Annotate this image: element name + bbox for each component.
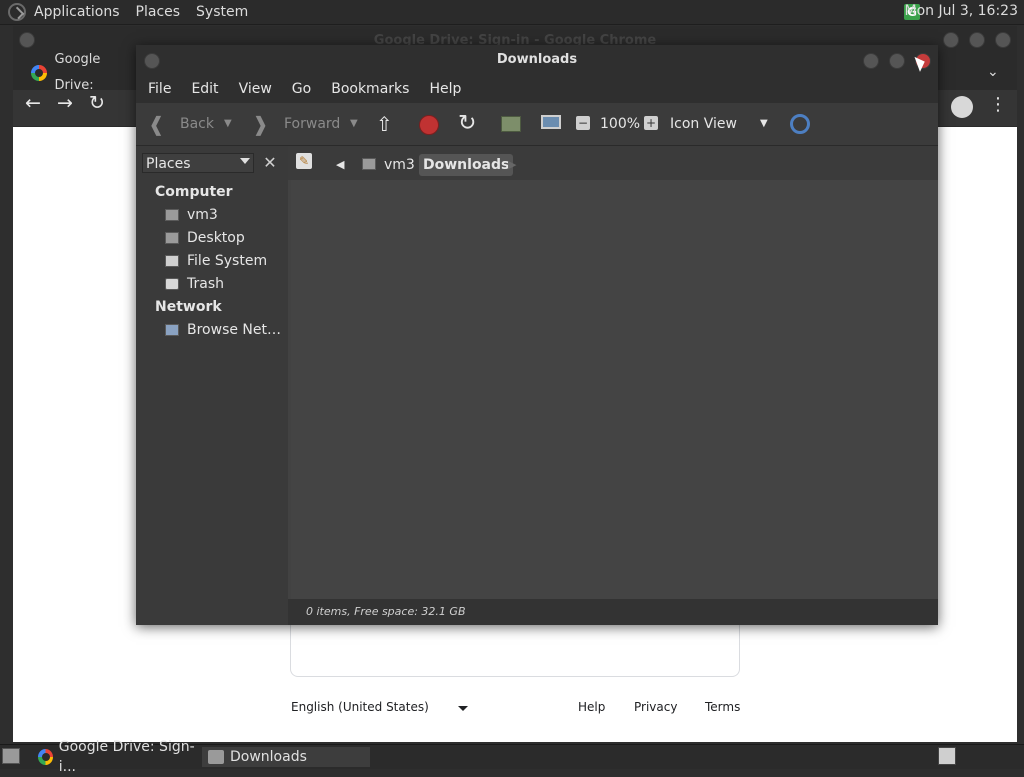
maximize-icon[interactable] <box>969 32 985 48</box>
tab-search-chevron-icon[interactable]: ⌄ <box>987 64 999 80</box>
window-menu-icon[interactable] <box>19 32 35 48</box>
sidebar-item-label: File System <box>187 253 268 269</box>
reload-icon[interactable]: ↻ <box>458 103 476 145</box>
task-label: Google Drive: Sign-i... <box>58 739 195 775</box>
toolbar: ❰ Back ▼ ❱ Forward ▼ ⇧ ↻ − 100% + Icon V… <box>136 103 938 146</box>
file-menu[interactable]: File <box>148 81 171 97</box>
path-button-downloads[interactable]: Downloads <box>419 154 514 176</box>
stop-icon[interactable] <box>419 115 439 135</box>
bookmarks-menu[interactable]: Bookmarks <box>331 81 409 97</box>
menu-logo-icon[interactable] <box>8 3 26 21</box>
trash-icon <box>165 278 179 290</box>
folder-icon <box>208 750 224 764</box>
clock[interactable]: Mon Jul 3, 16:23 <box>905 3 1018 19</box>
edit-location-icon[interactable]: ✎ <box>296 153 312 169</box>
dropdown-arrow-icon[interactable] <box>458 706 468 711</box>
sidebar-item-vm3[interactable]: vm3 <box>165 207 218 223</box>
sidebar-item-file-system[interactable]: File System <box>165 253 267 269</box>
computer-icon[interactable] <box>541 115 561 129</box>
terms-link[interactable]: Terms <box>705 700 740 714</box>
search-icon[interactable] <box>790 114 810 134</box>
help-link[interactable]: Help <box>578 700 605 714</box>
view-mode-chevron-icon[interactable]: ▼ <box>760 103 768 145</box>
desktop-folder-icon <box>165 232 179 244</box>
zoom-out-icon[interactable]: − <box>576 116 590 130</box>
file-manager-window: Downloads File Edit View Go Bookmarks He… <box>136 45 938 625</box>
forward-history-chevron-icon[interactable]: ▼ <box>350 103 358 145</box>
back-arrow-icon[interactable]: ← <box>25 92 41 114</box>
sidebar-item-label: Desktop <box>187 230 245 246</box>
drive-icon <box>165 255 179 267</box>
edit-menu[interactable]: Edit <box>191 81 218 97</box>
up-arrow-icon[interactable]: ⇧ <box>376 103 393 145</box>
back-history-chevron-icon[interactable]: ▼ <box>224 103 232 145</box>
file-view[interactable] <box>291 180 938 599</box>
close-sidebar-icon[interactable]: ✕ <box>260 153 280 173</box>
task-label: Downloads <box>230 749 307 765</box>
view-menu[interactable]: View <box>239 81 272 97</box>
home-folder-icon <box>165 209 179 221</box>
path-right-chevron-icon[interactable]: ▶ <box>508 154 516 176</box>
privacy-link[interactable]: Privacy <box>634 700 677 714</box>
profile-avatar-icon[interactable] <box>951 96 973 118</box>
sidebar-item-browse-network[interactable]: Browse Net… <box>165 322 281 338</box>
applications-menu[interactable]: Applications <box>34 4 120 20</box>
task-chrome[interactable]: Google Drive: Sign-i... <box>32 739 200 775</box>
sidebar-item-label: Browse Net… <box>187 322 282 338</box>
show-desktop-icon[interactable] <box>2 748 20 764</box>
chrome-icon <box>38 749 53 765</box>
reload-icon[interactable]: ↻ <box>89 92 105 114</box>
google-favicon-icon <box>31 65 47 81</box>
chrome-tab[interactable]: Google Drive: <box>31 52 141 93</box>
language-select[interactable]: English (United States) <box>291 700 481 714</box>
path-left-chevron-icon[interactable]: ◀ <box>336 154 344 176</box>
window-menu-icon[interactable] <box>144 53 160 69</box>
status-bar: 0 items, Free space: 32.1 GB <box>288 599 938 625</box>
system-menu[interactable]: System <box>196 4 248 20</box>
status-text: 0 items, Free space: 32.1 GB <box>306 605 466 618</box>
back-arrow-icon[interactable]: ❰ <box>148 103 165 145</box>
path-button-vm3[interactable]: vm3 <box>384 154 415 176</box>
zoom-level: 100% <box>600 116 641 132</box>
home-folder-icon[interactable] <box>501 116 521 132</box>
close-icon[interactable] <box>995 32 1011 48</box>
places-menu[interactable]: Places <box>136 4 181 20</box>
zoom-in-icon[interactable]: + <box>644 116 658 130</box>
forward-arrow-icon[interactable]: → <box>57 92 73 114</box>
places-chevron-icon[interactable] <box>240 158 250 164</box>
workspace-switcher-icon[interactable] <box>938 747 956 765</box>
minimize-icon[interactable] <box>943 32 959 48</box>
places-combo[interactable]: Places <box>142 153 254 173</box>
back-button[interactable]: Back <box>180 103 214 145</box>
menu-bar: File Edit View Go Bookmarks Help <box>136 75 938 103</box>
window-title: Downloads <box>136 45 938 75</box>
home-folder-icon <box>362 158 376 170</box>
sidebar-item-label: vm3 <box>187 207 218 223</box>
network-icon <box>165 324 179 336</box>
task-downloads[interactable]: Downloads <box>202 747 370 767</box>
help-menu[interactable]: Help <box>429 81 461 97</box>
forward-button[interactable]: Forward <box>284 103 340 145</box>
forward-arrow-icon[interactable]: ❱ <box>252 103 269 145</box>
taskbar: Google Drive: Sign-i... Downloads <box>0 739 1024 775</box>
maximize-icon[interactable] <box>889 53 905 69</box>
sidebar-heading-network: Network <box>155 299 222 315</box>
path-bar: ✎ ◀ vm3 Downloads ▶ <box>288 146 938 180</box>
sidebar-heading-computer: Computer <box>155 184 233 200</box>
sidebar-item-trash[interactable]: Trash <box>165 276 224 292</box>
view-mode-select[interactable]: Icon View <box>670 103 737 145</box>
sidebar-item-desktop[interactable]: Desktop <box>165 230 245 246</box>
minimize-icon[interactable] <box>863 53 879 69</box>
more-menu-icon[interactable]: ⋮ <box>989 94 1007 115</box>
top-panel: Applications Places System G Mon Jul 3, … <box>0 0 1024 25</box>
go-menu[interactable]: Go <box>292 81 311 97</box>
sidebar: Places ✕ Computer vm3 Desktop File Syste… <box>136 146 286 625</box>
signin-card <box>290 622 740 677</box>
sidebar-item-label: Trash <box>187 276 224 292</box>
